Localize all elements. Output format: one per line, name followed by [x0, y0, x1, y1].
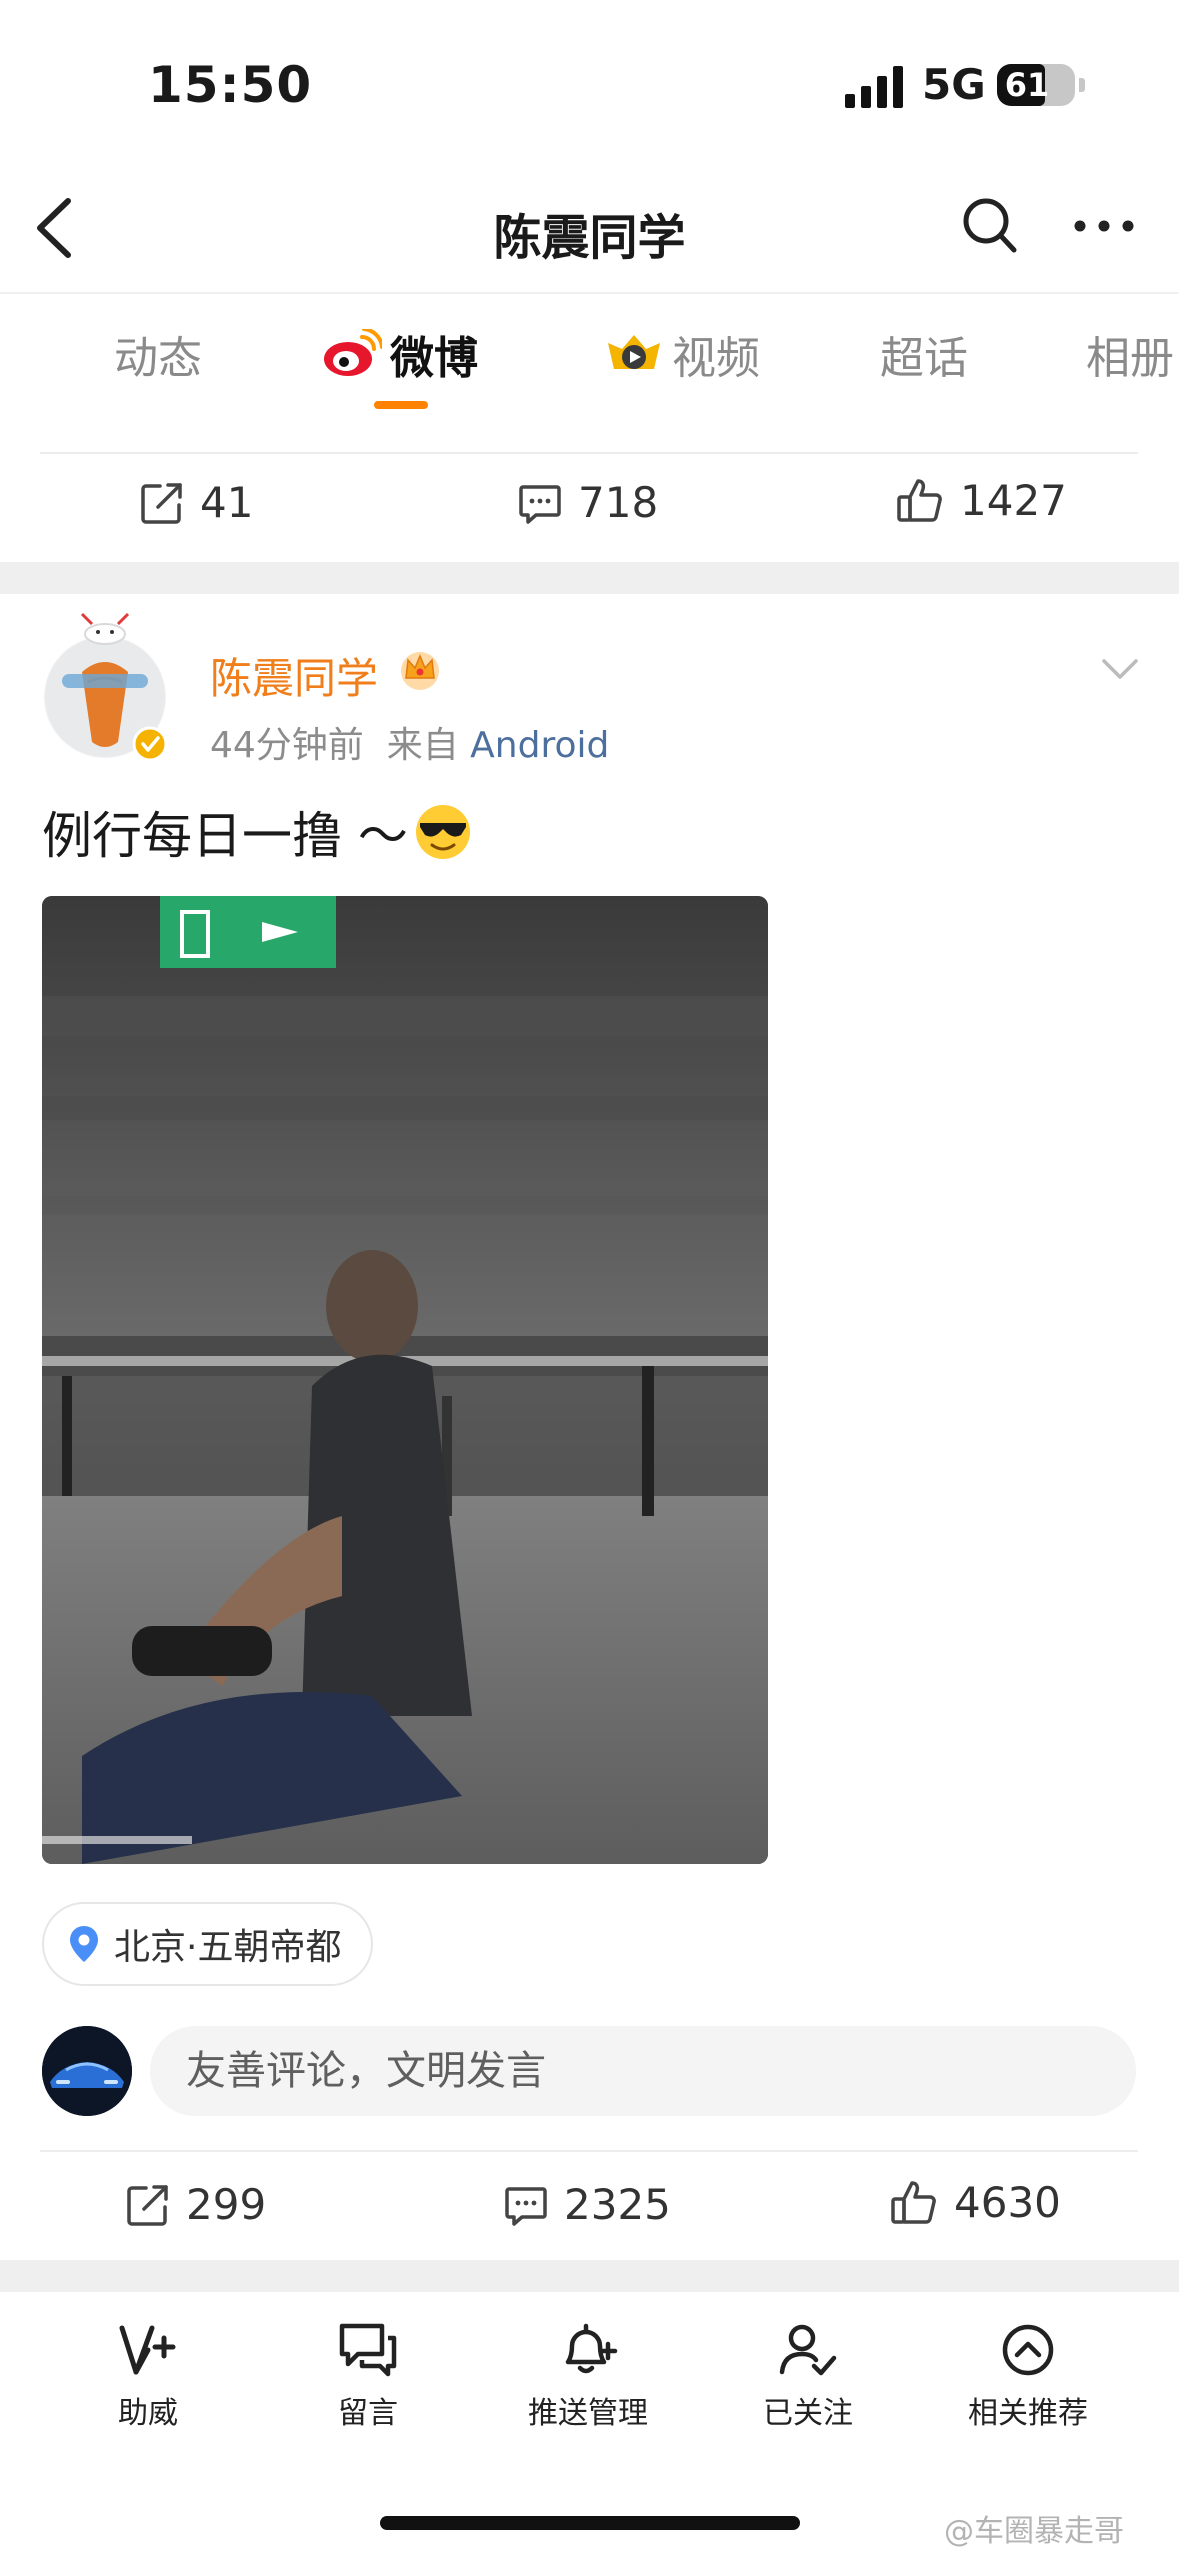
gym-photo: [42, 896, 768, 1864]
author-name[interactable]: 陈震同学: [210, 645, 378, 706]
car-avatar-image: [42, 2026, 132, 2116]
cheer-icon: [119, 2325, 176, 2375]
weibo-logo-icon: [324, 329, 382, 376]
tab-video[interactable]: 视频: [604, 322, 760, 386]
location-pin-icon: [70, 1926, 98, 1962]
toolbar-push-settings[interactable]: 推送管理: [488, 2322, 688, 2432]
toolbar-label: 推送管理: [528, 2396, 648, 2431]
tab-super-topic[interactable]: 超话: [880, 322, 968, 386]
chevron-down-icon[interactable]: [1100, 656, 1140, 682]
active-tab-indicator: [374, 401, 428, 409]
battery-nub: [1079, 78, 1085, 92]
more-icon[interactable]: [1072, 210, 1136, 242]
like-count: 4630: [954, 2178, 1061, 2227]
tab-dynamics[interactable]: 动态: [114, 322, 202, 386]
comment-count: 718: [578, 478, 659, 527]
tab-label: 视频: [672, 333, 760, 384]
toolbar-message[interactable]: 留言: [268, 2322, 468, 2432]
comment-icon: [519, 484, 561, 524]
my-avatar: [42, 2026, 132, 2116]
toolbar-label: 助威: [118, 2396, 178, 2431]
tab-label: 动态: [114, 333, 202, 384]
like-count: 1427: [960, 476, 1067, 525]
avatar[interactable]: [42, 612, 168, 762]
post-time: 44分钟前: [210, 725, 364, 766]
comment-count: 2325: [564, 2180, 671, 2229]
toolbar-label: 留言: [338, 2396, 398, 2431]
post-meta: 44分钟前 来自 Android: [210, 716, 609, 768]
source-prefix: 来自: [386, 725, 459, 766]
tab-label: 超话: [880, 333, 968, 384]
tab-label: 微博: [390, 333, 478, 384]
prev-comment-button[interactable]: 718: [518, 478, 658, 527]
prev-like-button[interactable]: 1427: [896, 476, 1067, 525]
toolbar-label: 相关推荐: [968, 2396, 1088, 2431]
signal-icon: [845, 66, 903, 108]
repost-icon: [127, 2184, 168, 2226]
comment-input[interactable]: 友善评论，文明发言: [150, 2026, 1136, 2116]
divider: [40, 452, 1138, 454]
prev-repost-button[interactable]: 41: [140, 478, 253, 527]
home-indicator[interactable]: [380, 2516, 800, 2530]
post-image[interactable]: [42, 896, 768, 1864]
post-body: 例行每日一撸 ～: [42, 807, 408, 865]
toolbar-related[interactable]: 相关推荐: [928, 2322, 1128, 2432]
network-type: 5G: [922, 60, 986, 109]
tab-weibo[interactable]: 微博: [322, 322, 478, 386]
bell-plus-icon: [565, 2323, 618, 2374]
message-icon: [339, 2323, 397, 2377]
video-badge-icon: [608, 335, 660, 369]
repost-button[interactable]: 299: [126, 2180, 266, 2229]
tab-label: 相册: [1086, 333, 1174, 384]
feed-gap: [0, 2260, 1179, 2292]
tab-album[interactable]: 相册: [1086, 322, 1174, 386]
divider: [40, 2150, 1138, 2152]
repost-icon: [141, 482, 182, 524]
battery-icon: 61: [997, 64, 1085, 106]
battery-level: 61: [1004, 66, 1050, 104]
vip-crown-icon: [401, 652, 439, 690]
comment-icon: [505, 2186, 547, 2226]
status-time: 15:50: [148, 56, 313, 114]
repost-count: 41: [200, 478, 254, 527]
like-button[interactable]: 4630: [890, 2178, 1061, 2227]
thumbs-up-icon: [897, 478, 942, 522]
post-text: 例行每日一撸 ～: [42, 796, 472, 868]
circle-up-icon: [1002, 2324, 1054, 2376]
location-tag[interactable]: 北京·五朝帝都: [42, 1902, 374, 1986]
repost-count: 299: [186, 2180, 267, 2229]
toolbar-following[interactable]: 已关注: [708, 2322, 908, 2432]
watermark: @车圈暴走哥: [944, 2514, 1124, 2549]
thumbs-up-icon: [891, 2180, 936, 2224]
user-check-icon: [779, 2324, 837, 2376]
tabs-separator: [0, 292, 1179, 294]
location-text: 北京·五朝帝都: [114, 1927, 342, 1968]
feed-gap: [0, 562, 1179, 594]
toolbar-cheer[interactable]: 助威: [48, 2322, 248, 2432]
toolbar-label: 已关注: [763, 2396, 853, 2431]
post-source[interactable]: Android: [470, 725, 609, 766]
search-icon[interactable]: [962, 195, 1018, 255]
comment-button[interactable]: 2325: [504, 2180, 671, 2229]
cool-sunglasses-emoji-icon: [415, 805, 470, 859]
